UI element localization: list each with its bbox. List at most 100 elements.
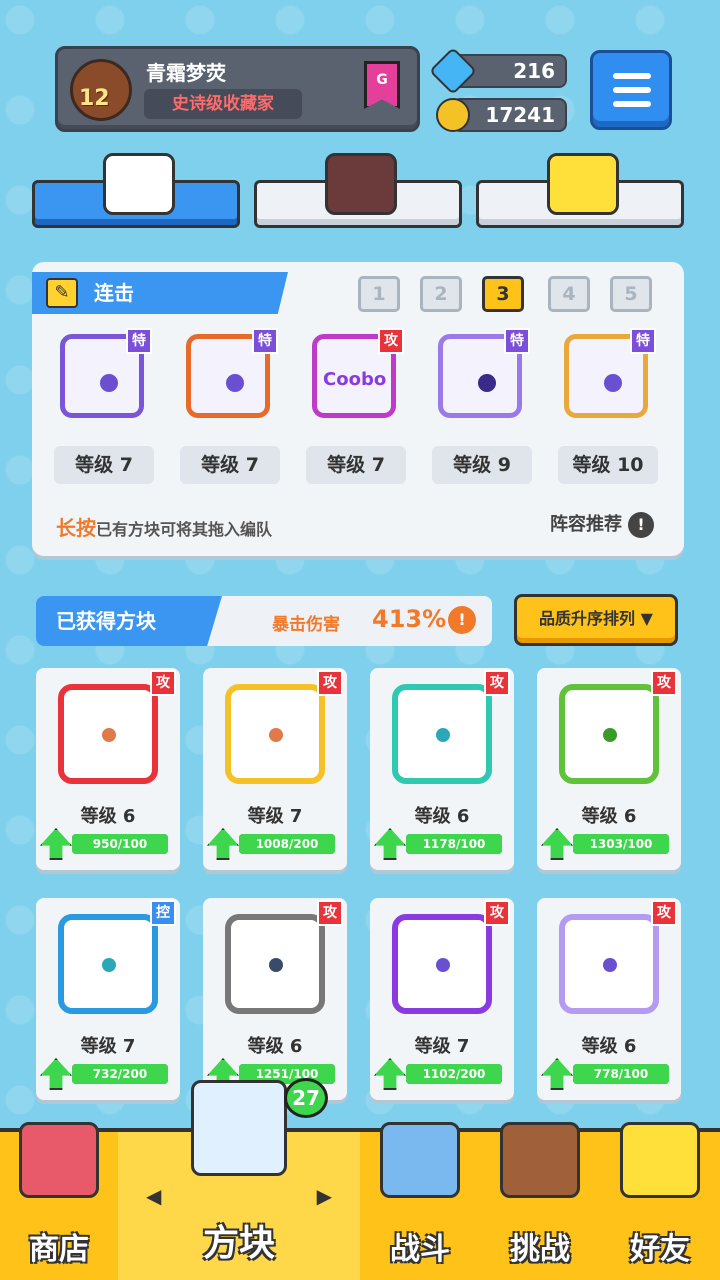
deck-slot-1[interactable]: 特 — [50, 324, 154, 428]
progress-text: 778/100 — [593, 1067, 649, 1081]
deck-tab-5[interactable]: 5 — [610, 276, 652, 312]
recommend-label: 阵容推荐 — [550, 514, 622, 535]
progress-text: 1102/200 — [422, 1067, 486, 1081]
progress-text: 1008/200 — [255, 837, 319, 851]
sword-shield-icon — [380, 1122, 460, 1198]
player-avatar: 12 — [70, 59, 132, 121]
nav-dice-label: 方块 — [202, 1223, 275, 1264]
player-title: 史诗级收藏家 — [144, 89, 302, 119]
upgrade-arrow-icon[interactable] — [40, 828, 72, 860]
owned-dice-card[interactable]: 攻等级 6 778/100 — [537, 898, 681, 1100]
upgrade-arrow-icon[interactable] — [374, 1058, 406, 1090]
owned-dice-card[interactable]: 攻等级 7 1102/200 — [370, 898, 514, 1100]
upgrade-progress-bar: 1178/100 — [406, 834, 502, 854]
nav-shop[interactable]: 商店 — [0, 1122, 118, 1280]
type-badge: 攻 — [484, 670, 510, 696]
next-arrow-icon[interactable]: ▶ — [317, 1184, 332, 1208]
crit-damage-value: 413% — [372, 605, 447, 633]
dice-pip — [102, 728, 116, 742]
owned-dice-card[interactable]: 攻等级 6 1303/100 — [537, 668, 681, 870]
dice-pip — [603, 958, 617, 972]
deck-slot-5[interactable]: 特 — [554, 324, 658, 428]
coin-icon — [436, 98, 470, 132]
deck-tab-4[interactable]: 4 — [548, 276, 590, 312]
nav-friends[interactable]: 好友 — [600, 1122, 720, 1280]
friend-icon — [620, 1122, 700, 1198]
deck-hint: 长按已有方块可将其拖入编队 — [56, 512, 272, 541]
upgrade-arrow-icon[interactable] — [374, 828, 406, 860]
deck-tab-2[interactable]: 2 — [420, 276, 462, 312]
upgrade-arrow-icon[interactable] — [40, 1058, 72, 1090]
dice-face — [392, 914, 492, 1014]
nav-battle[interactable]: 战斗 — [360, 1122, 480, 1280]
deck-tab-1[interactable]: 1 — [358, 276, 400, 312]
crit-info-icon[interactable]: ! — [448, 606, 476, 634]
owned-dice-card[interactable]: 攻等级 6 950/100 — [36, 668, 180, 870]
hint-highlight: 长按 — [56, 516, 96, 540]
slot-level-4: 等级 9 — [432, 446, 532, 484]
dice-face — [225, 914, 325, 1014]
info-icon: ! — [628, 512, 654, 538]
recommend-button[interactable]: 阵容推荐! — [550, 510, 654, 538]
nav-battle-label: 战斗 — [390, 1232, 450, 1267]
card-level: 等级 7 — [414, 1036, 470, 1057]
type-badge: 攻 — [484, 900, 510, 926]
owned-dice-card[interactable]: 攻等级 6 1178/100 — [370, 668, 514, 870]
card-level: 等级 6 — [80, 806, 136, 827]
tab-emote[interactable] — [476, 153, 684, 228]
combo-label: Coobo — [323, 369, 387, 390]
card-level: 等级 6 — [414, 806, 470, 827]
dice-pip — [269, 958, 283, 972]
owned-dice-card[interactable]: 攻等级 7 1008/200 — [203, 668, 347, 870]
dice-face — [225, 684, 325, 784]
dice-face — [559, 684, 659, 784]
dice-face — [392, 684, 492, 784]
type-badge: 攻 — [317, 900, 343, 926]
menu-button[interactable] — [590, 50, 672, 130]
progress-text: 732/200 — [92, 1067, 148, 1081]
type-badge: 攻 — [150, 670, 176, 696]
nav-challenge[interactable]: 挑战 — [480, 1122, 600, 1280]
deck-slot-4[interactable]: 特 — [428, 324, 532, 428]
deck-slot-3[interactable]: Coobo 攻 — [302, 324, 406, 428]
player-profile-panel[interactable]: 12 青霜梦荧 史诗级收藏家 G — [55, 46, 420, 132]
upgrade-arrow-icon[interactable] — [541, 828, 573, 860]
type-badge: 攻 — [378, 328, 404, 354]
deck-tab-3[interactable]: 3 — [482, 276, 524, 312]
upgrade-progress-bar: 1102/200 — [406, 1064, 502, 1084]
board-icon — [325, 153, 397, 215]
nav-shop-label: 商店 — [29, 1232, 89, 1267]
dice-face — [559, 914, 659, 1014]
upgrade-arrow-icon[interactable] — [541, 1058, 573, 1090]
progress-text: 1303/100 — [589, 837, 653, 851]
pencil-edit-icon[interactable]: ✎ — [46, 278, 78, 308]
progress-text: 1178/100 — [422, 837, 486, 851]
owned-dice-card[interactable]: 控等级 7 732/200 — [36, 898, 180, 1100]
card-level: 等级 7 — [80, 1036, 136, 1057]
type-badge: 特 — [630, 328, 656, 354]
smiley-icon — [547, 153, 619, 215]
dice-icon — [103, 153, 175, 215]
dice-pip — [603, 728, 617, 742]
dice-box-icon — [191, 1080, 287, 1176]
dice-face — [58, 684, 158, 784]
tab-dice[interactable] — [32, 153, 240, 228]
type-badge: 攻 — [317, 670, 343, 696]
tab-board[interactable] — [254, 153, 462, 228]
type-badge: 特 — [126, 328, 152, 354]
bottom-nav: 商店 ◀ ▶ 方块 战斗 挑战 好友 — [0, 1080, 720, 1280]
nav-dice[interactable]: ◀ ▶ 方块 — [118, 1080, 360, 1280]
crit-damage-label: 暴击伤害 — [272, 615, 340, 635]
upgrade-arrow-icon[interactable] — [207, 828, 239, 860]
sort-button[interactable]: 品质升序排列 ▼ — [514, 594, 678, 646]
prev-arrow-icon[interactable]: ◀ — [146, 1184, 161, 1208]
nav-friends-label: 好友 — [630, 1232, 690, 1267]
deck-slot-2[interactable]: 特 — [176, 324, 280, 428]
owned-header: 已获得方块 暴击伤害 413% ! — [36, 596, 492, 646]
shop-icon — [19, 1122, 99, 1198]
dice-face — [58, 914, 158, 1014]
owned-dice-card[interactable]: 攻等级 6 1251/100 — [203, 898, 347, 1100]
upgrade-progress-bar: 1008/200 — [239, 834, 335, 854]
upgrade-progress-bar: 950/100 — [72, 834, 168, 854]
type-badge: 攻 — [651, 900, 677, 926]
